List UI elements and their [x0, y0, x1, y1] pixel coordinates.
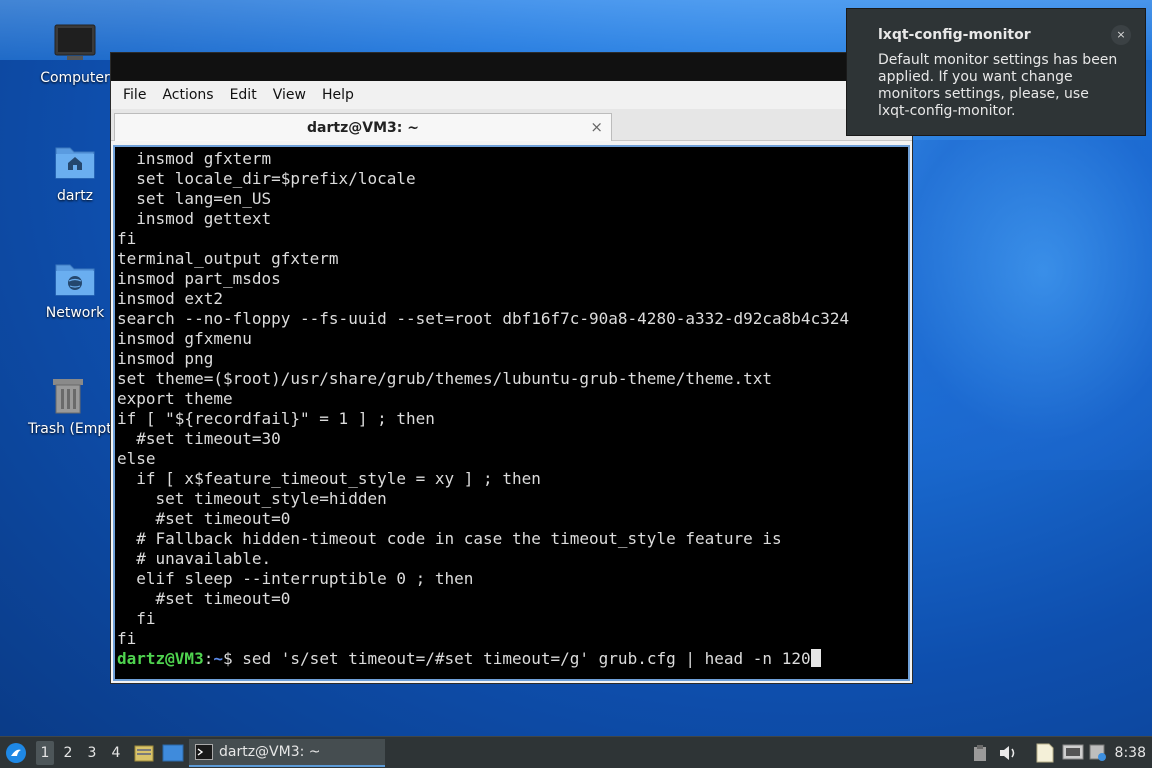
menu-file[interactable]: File [115, 87, 154, 103]
taskbar: 1 2 3 4 dartz@VM3: ~ 8:38 [0, 736, 1152, 768]
tab-bar: dartz@VM3: ~ × [111, 109, 912, 141]
terminal-line: set timeout_style=hidden [117, 489, 387, 508]
terminal-line: insmod gfxterm [117, 149, 272, 168]
terminal-line: insmod png [117, 349, 214, 368]
terminal-line: # unavailable. [117, 549, 272, 568]
desktop-icon-trash[interactable]: Trash (Empty) [18, 373, 126, 437]
notification-title: lxqt-config-monitor [878, 27, 1031, 43]
notification-popup[interactable]: lxqt-config-monitor Default monitor sett… [846, 8, 1146, 136]
terminal-line: export theme [117, 389, 233, 408]
taskbar-button-label: dartz@VM3: ~ [219, 744, 321, 760]
terminal-line: #set timeout=30 [117, 429, 281, 448]
terminal-line: terminal_output gfxterm [117, 249, 339, 268]
notes-icon[interactable] [1034, 742, 1056, 764]
terminal-icon [195, 744, 213, 760]
workspace-1[interactable]: 1 [36, 741, 54, 765]
menu-bar: File Actions Edit View Help [111, 81, 912, 109]
menu-edit[interactable]: Edit [222, 87, 265, 103]
command-text: sed 's/set timeout=/#set timeout=/g' gru… [242, 649, 811, 668]
terminal-line: set lang=en_US [117, 189, 272, 208]
terminal-line: elif sleep --interruptible 0 ; then [117, 569, 474, 588]
terminal-line: if [ x$feature_timeout_style = xy ] ; th… [117, 469, 541, 488]
terminal-line: #set timeout=0 [117, 589, 291, 608]
show-desktop-icon[interactable] [162, 744, 184, 762]
trash-icon [53, 379, 83, 414]
menu-help[interactable]: Help [314, 87, 362, 103]
close-icon[interactable]: × [1111, 25, 1131, 45]
text-cursor [810, 649, 821, 667]
terminal-line: fi [117, 629, 137, 648]
update-notifier-icon[interactable] [1088, 743, 1108, 763]
terminal-lines: insmod gfxterm set locale_dir=$prefix/lo… [117, 149, 849, 669]
terminal-line: set theme=($root)/usr/share/grub/themes/… [117, 369, 773, 388]
terminal-line: if [ "${recordfail}" = 1 ] ; then [117, 409, 435, 428]
terminal-line: insmod part_msdos [117, 269, 281, 288]
computer-icon [54, 24, 96, 60]
notification-body: Default monitor settings has been applie… [878, 52, 1118, 119]
clock[interactable]: 8:38 [1115, 737, 1146, 768]
terminal-line: insmod gfxmenu [117, 329, 252, 348]
file-manager-icon[interactable] [134, 743, 154, 763]
terminal-line: fi [117, 609, 156, 628]
volume-icon[interactable] [998, 744, 1018, 762]
prompt-path: ~ [213, 649, 223, 668]
terminal-output[interactable]: insmod gfxterm set locale_dir=$prefix/lo… [113, 145, 910, 681]
prompt-user: dartz@VM3 [117, 649, 204, 668]
prompt-symbol: $ [222, 649, 243, 668]
lubuntu-menu-icon[interactable] [5, 742, 27, 764]
menu-view[interactable]: View [265, 87, 314, 103]
terminal-line: else [117, 449, 156, 468]
prompt-separator: : [203, 649, 214, 668]
home-folder-icon [55, 147, 95, 179]
terminal-window[interactable]: File Actions Edit View Help dartz@VM3: ~… [110, 52, 913, 684]
tab-close-icon[interactable]: × [590, 118, 603, 136]
terminal-line: insmod ext2 [117, 289, 223, 308]
terminal-line: search --no-floppy --fs-uuid --set=root … [117, 309, 850, 328]
taskbar-button-terminal[interactable]: dartz@VM3: ~ [189, 739, 385, 767]
menu-actions[interactable]: Actions [154, 87, 221, 103]
clipboard-icon[interactable] [972, 744, 988, 762]
window-titlebar[interactable] [111, 53, 912, 81]
terminal-line: # Fallback hidden-timeout code in case t… [117, 529, 782, 548]
terminal-line: #set timeout=0 [117, 509, 291, 528]
wallpaper-wave [880, 140, 1152, 470]
network-status-icon[interactable] [1062, 743, 1084, 763]
desktop-icon-label: Trash (Empty) [28, 421, 126, 437]
terminal-line: fi [117, 229, 137, 248]
tab-title: dartz@VM3: ~ [307, 119, 419, 136]
prompt-line: dartz@VM3:~$ sed 's/set timeout=/#set ti… [117, 649, 849, 669]
terminal-line: set locale_dir=$prefix/locale [117, 169, 416, 188]
workspace-2[interactable]: 2 [59, 741, 77, 765]
terminal-line: insmod gettext [117, 209, 272, 228]
workspace-3[interactable]: 3 [83, 741, 101, 765]
network-folder-icon [55, 264, 95, 296]
workspace-4[interactable]: 4 [107, 741, 125, 765]
terminal-tab[interactable]: dartz@VM3: ~ × [114, 113, 612, 141]
